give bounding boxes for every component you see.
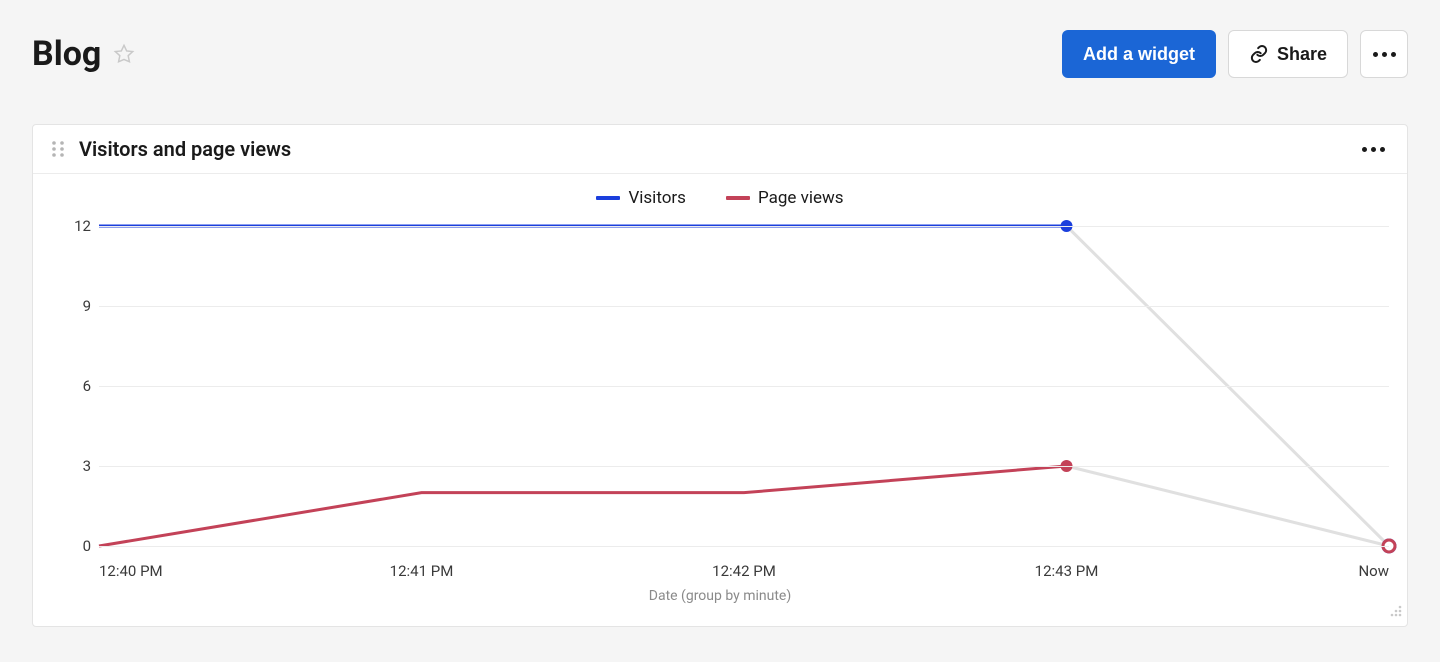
drag-handle-icon[interactable] [51,140,65,158]
x-axis: 12:40 PM 12:41 PM 12:42 PM 12:43 PM Now [99,556,1389,580]
grid-line [99,466,1389,467]
legend-label: Page views [758,188,844,208]
link-icon [1249,44,1269,64]
page-header: Blog Add a widget Share [0,0,1440,96]
add-widget-button[interactable]: Add a widget [1062,30,1216,78]
grid-line [99,546,1389,547]
share-button-label: Share [1277,44,1327,65]
star-icon[interactable] [113,43,135,65]
widget-title: Visitors and page views [79,137,291,161]
legend-swatch [596,196,620,200]
y-tick: 12 [74,217,91,235]
widget-title-wrap: Visitors and page views [51,137,291,161]
grid-line [99,226,1389,227]
x-tick: 12:41 PM [390,562,454,580]
widget-card: Visitors and page views Visitors Page vie… [32,124,1408,627]
x-tick: Now [1358,562,1389,580]
page-more-button[interactable] [1360,30,1408,78]
plot-wrap: 0 3 6 9 12 [51,216,1389,556]
widget-more-button[interactable] [1358,143,1389,156]
share-button[interactable]: Share [1228,30,1348,78]
more-icon [1373,52,1396,57]
legend-swatch [726,196,750,200]
x-tick: 12:43 PM [1035,562,1099,580]
more-icon [1362,147,1385,152]
title-wrap: Blog [32,34,135,74]
y-tick: 0 [83,537,91,555]
y-axis: 0 3 6 9 12 [51,216,99,556]
chart-plot[interactable] [99,216,1389,556]
header-actions: Add a widget Share [1062,30,1408,78]
x-tick: 12:40 PM [99,562,163,580]
y-tick: 9 [83,297,91,315]
legend-label: Visitors [628,188,686,208]
y-tick: 3 [83,457,91,475]
page-title: Blog [32,34,101,74]
x-tick: 12:42 PM [712,562,776,580]
resize-handle-icon[interactable] [1389,603,1403,622]
widget-body: Visitors Page views 0 3 6 9 12 12:40 PM 12:41 … [33,174,1407,626]
chart-legend: Visitors Page views [51,188,1389,208]
legend-item[interactable]: Visitors [596,188,686,208]
series-line-faded [1067,466,1390,546]
grid-line [99,386,1389,387]
series-line [99,466,1067,546]
widget-header: Visitors and page views [33,125,1407,174]
y-tick: 6 [83,377,91,395]
grid-line [99,306,1389,307]
legend-item[interactable]: Page views [726,188,844,208]
x-axis-label: Date (group by minute) [51,588,1389,604]
